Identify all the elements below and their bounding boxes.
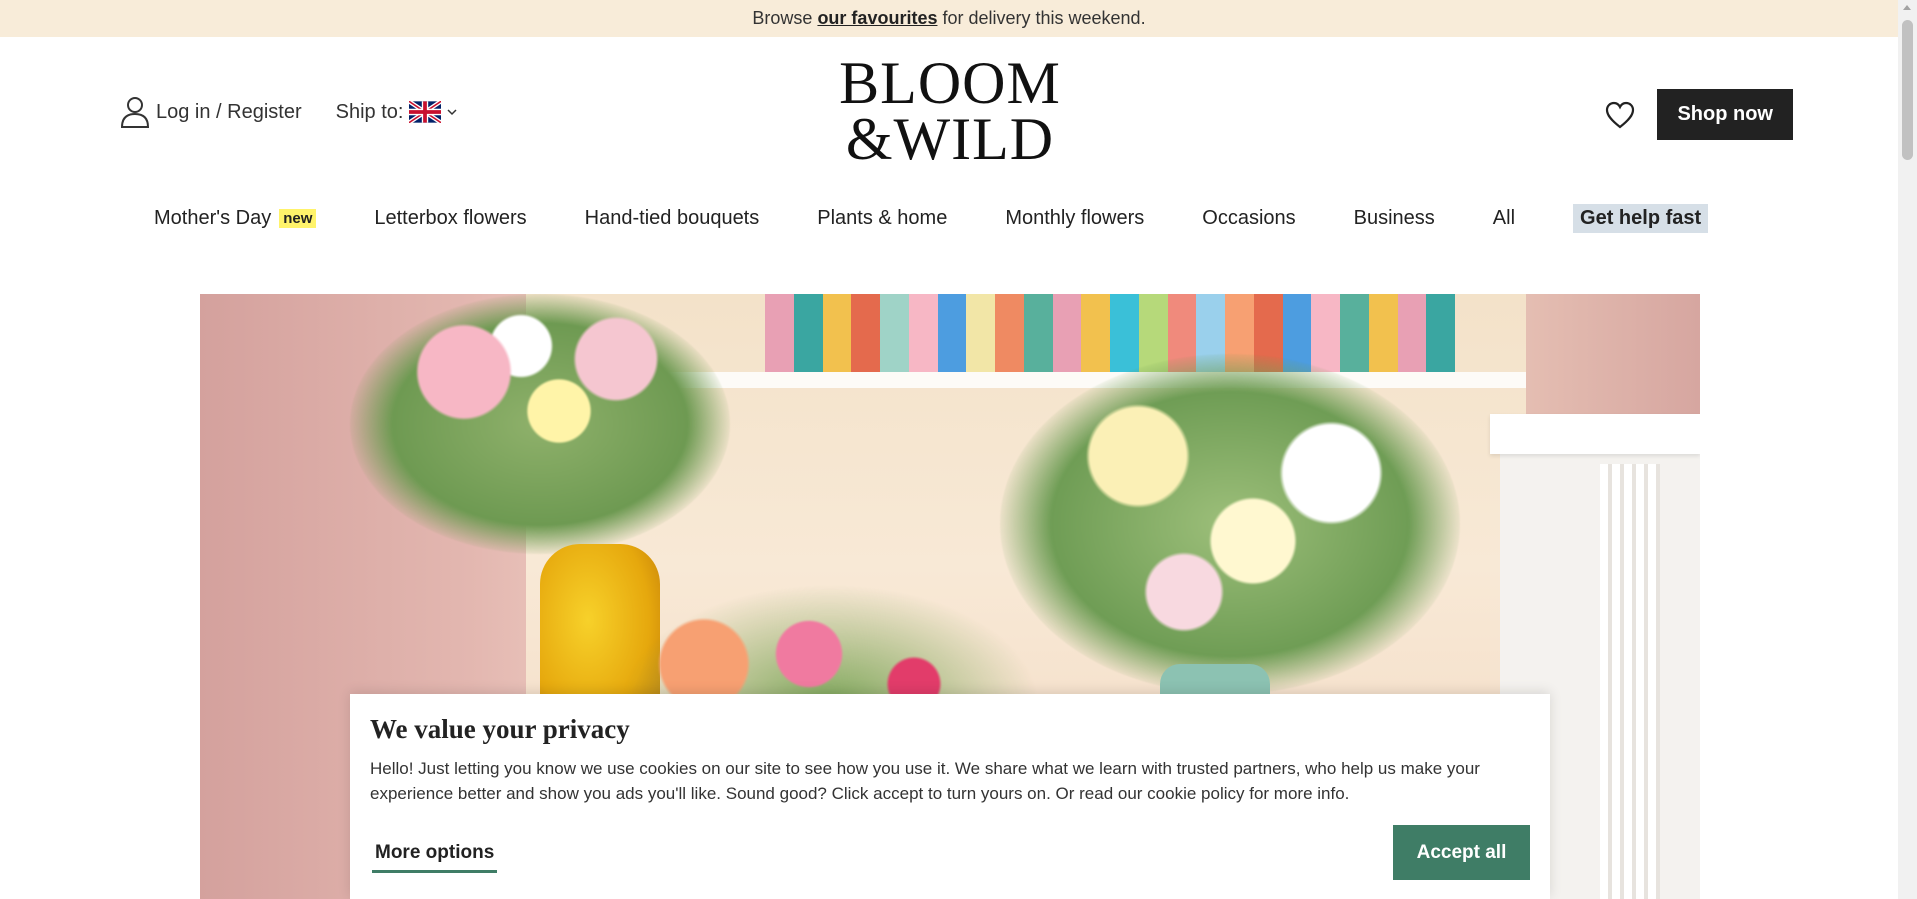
- logo-line-1: BLOOM: [839, 50, 1061, 116]
- uk-flag-icon: [409, 101, 442, 123]
- nav-item-get-help-fast[interactable]: Get help fast: [1573, 204, 1709, 233]
- scroll-up-arrow[interactable]: [1903, 5, 1911, 10]
- user-icon: [120, 97, 150, 128]
- cookie-title: We value your privacy: [370, 714, 630, 744]
- login-register-label: Log in / Register: [156, 100, 302, 123]
- promo-favourites-link[interactable]: our favourites: [817, 8, 937, 29]
- nav-item-label: Mother's Day: [154, 207, 272, 229]
- main-nav: Mother's Day new Letterbox flowers Hand-…: [154, 204, 1766, 233]
- nav-item-all[interactable]: All: [1493, 207, 1515, 230]
- promo-text-before: Browse: [752, 8, 813, 28]
- promo-text-after: for delivery this weekend.: [942, 8, 1146, 28]
- ship-to-selector[interactable]: Ship to:: [336, 101, 458, 124]
- nav-item-monthly-flowers[interactable]: Monthly flowers: [1005, 207, 1144, 230]
- scrollbar-thumb[interactable]: [1902, 20, 1913, 160]
- hero-bouquet-left: [350, 294, 730, 554]
- brand-logo[interactable]: BLOOM &WILD: [827, 50, 1073, 175]
- nav-item-mothers-day[interactable]: Mother's Day new: [154, 207, 317, 230]
- scrollbar[interactable]: [1898, 0, 1917, 899]
- promo-banner: Browse our favourites for delivery this …: [0, 0, 1898, 37]
- heart-icon[interactable]: [1605, 101, 1635, 129]
- new-badge: new: [279, 209, 317, 228]
- nav-item-business[interactable]: Business: [1354, 207, 1435, 230]
- header-right: Shop now: [1605, 89, 1793, 140]
- header-left: Log in / Register Ship to:: [120, 96, 457, 128]
- chevron-down-icon: [447, 109, 457, 116]
- login-register-link[interactable]: Log in / Register: [120, 96, 302, 128]
- cookie-body-text: Hello! Just letting you know we use cook…: [370, 759, 1480, 803]
- more-options-button[interactable]: More options: [372, 842, 498, 873]
- nav-item-letterbox-flowers[interactable]: Letterbox flowers: [374, 207, 526, 230]
- ship-to-label: Ship to:: [335, 100, 404, 123]
- nav-item-plants-home[interactable]: Plants & home: [817, 207, 947, 230]
- hero-mantle: [1490, 414, 1700, 454]
- logo-line-2-text: &WILD: [845, 106, 1055, 172]
- shop-now-button[interactable]: Shop now: [1657, 89, 1793, 140]
- nav-item-occasions[interactable]: Occasions: [1202, 207, 1295, 230]
- hero-books: [765, 294, 1455, 372]
- accept-all-button[interactable]: Accept all: [1393, 825, 1530, 880]
- cookie-consent-dialog: We value your privacy Hello! Just lettin…: [350, 694, 1550, 899]
- hero-column: [1600, 464, 1660, 899]
- hero-bouquet-right: [1000, 354, 1460, 694]
- nav-item-hand-tied-bouquets[interactable]: Hand-tied bouquets: [585, 207, 760, 230]
- logo-line-2: &WILD: [827, 106, 1073, 172]
